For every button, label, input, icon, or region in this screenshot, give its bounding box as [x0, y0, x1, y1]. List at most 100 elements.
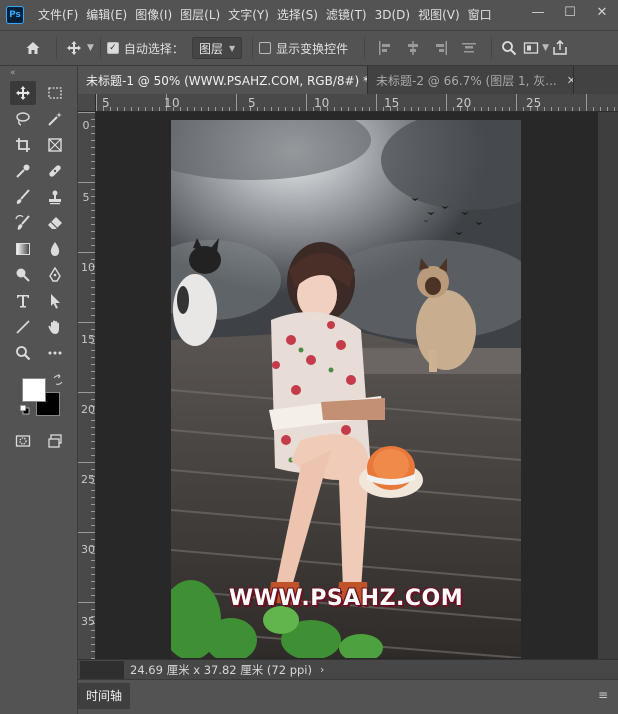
foreground-color-swatch[interactable] — [22, 378, 46, 402]
pen-icon[interactable] — [42, 263, 68, 287]
line-shape-icon[interactable] — [10, 315, 36, 339]
ruler-label: 10 — [314, 96, 330, 110]
ruler-label: 1 — [164, 96, 172, 110]
ruler-label: 35 — [81, 615, 95, 628]
vertical-ruler[interactable]: 0 5 10 15 20 25 30 35 — [78, 112, 96, 659]
auto-select-target-dropdown[interactable]: 图层 ▼ — [191, 37, 243, 59]
dodge-icon[interactable] — [10, 263, 36, 287]
ruler-label: 20 — [456, 96, 472, 110]
document-size-info: 24.69 厘米 x 37.82 厘米 (72 ppi) — [130, 662, 312, 677]
tools-panel: « — [0, 66, 78, 714]
crop-icon[interactable] — [10, 133, 36, 157]
photoshop-logo-icon: Ps — [6, 6, 24, 24]
window-controls: — ☐ ✕ — [522, 0, 618, 24]
composite-photo — [171, 120, 521, 658]
show-transform-label: 显示变换控件 — [276, 41, 349, 56]
show-transform-checkbox[interactable] — [259, 42, 272, 54]
ruler-label: 30 — [81, 543, 95, 556]
share-icon[interactable] — [549, 37, 571, 59]
close-button[interactable]: ✕ — [586, 0, 618, 24]
tab-timeline[interactable]: 时间轴 — [78, 683, 131, 709]
move-tool-preset-icon[interactable] — [63, 37, 85, 59]
hand-icon[interactable] — [42, 315, 68, 339]
ruler-label: 15 — [81, 333, 95, 346]
status-bar: 24.69 厘米 x 37.82 厘米 (72 ppi) › — [78, 659, 618, 679]
document-image[interactable]: WWW.PSAHZ.COM — [171, 120, 521, 658]
history-brush-icon[interactable] — [10, 211, 36, 235]
ruler-label: 10 — [81, 261, 95, 274]
menu-window[interactable]: 窗口 — [464, 0, 496, 30]
quick-mask-icon[interactable] — [10, 429, 36, 453]
ruler-origin[interactable] — [78, 94, 96, 112]
align-left-icon[interactable] — [377, 40, 393, 56]
ruler-label: 15 — [384, 96, 400, 110]
ruler-label: 25 — [526, 96, 542, 110]
status-menu-arrow-icon[interactable]: › — [320, 663, 324, 676]
menu-3d[interactable]: 3D(D) — [371, 0, 414, 30]
tab-document-2[interactable]: 未标题-2 @ 66.7% (图层 1, 灰... ✕ — [368, 66, 574, 94]
auto-select-label: 自动选择： — [123, 41, 184, 56]
blur-drop-icon[interactable] — [42, 237, 68, 261]
default-colors-icon[interactable] — [20, 404, 30, 415]
menu-select[interactable]: 选择(S) — [273, 0, 322, 30]
home-icon[interactable] — [22, 37, 44, 59]
workspace-icon[interactable] — [520, 37, 542, 59]
menu-image[interactable]: 图像(I) — [131, 0, 176, 30]
eyedropper-icon[interactable] — [10, 159, 36, 183]
lasso-icon[interactable] — [10, 107, 36, 131]
tab-label: 未标题-2 @ 66.7% (图层 1, 灰... — [376, 73, 557, 88]
type-icon[interactable] — [10, 289, 36, 313]
panel-menu-icon[interactable]: ≡ — [598, 688, 610, 702]
move-tool-icon[interactable] — [10, 81, 36, 105]
healing-brush-icon[interactable] — [42, 159, 68, 183]
chevron-down-icon[interactable]: ▼ — [542, 43, 549, 53]
menu-view[interactable]: 视图(V) — [414, 0, 464, 30]
zoom-icon[interactable] — [10, 341, 36, 365]
eraser-icon[interactable] — [42, 211, 68, 235]
screen-mode-icon[interactable] — [42, 429, 68, 453]
chevron-down-icon[interactable]: ▼ — [87, 43, 94, 53]
close-icon[interactable]: ✕ — [567, 74, 573, 87]
menu-file[interactable]: 文件(F) — [34, 0, 82, 30]
swap-colors-icon[interactable] — [52, 374, 64, 386]
ruler-label: 5 — [248, 96, 256, 110]
frame-icon[interactable] — [42, 133, 68, 157]
ruler-label: 0 — [82, 119, 90, 132]
zoom-level-field[interactable] — [80, 660, 124, 679]
options-bar: ▼ ✓ 自动选择： 图层 ▼ 显示变换控件 ▼ — [0, 30, 618, 66]
menu-edit[interactable]: 编辑(E) — [82, 0, 131, 30]
options-divider — [252, 37, 254, 59]
horizontal-ruler[interactable]: 5 1 0 5 10 15 20 25 — [96, 94, 618, 112]
more-tools-icon[interactable] — [42, 341, 68, 365]
tab-document-1[interactable]: 未标题-1 @ 50% (WWW.PSAHZ.COM, RGB/8#) * ✕ — [78, 66, 368, 94]
ruler-label: 25 — [81, 473, 95, 486]
options-divider — [491, 37, 493, 59]
chevron-down-icon: ▼ — [228, 43, 236, 53]
options-divider — [99, 37, 101, 59]
maximize-button[interactable]: ☐ — [554, 0, 586, 24]
magic-wand-icon[interactable] — [42, 107, 68, 131]
align-top-icon[interactable] — [461, 40, 477, 56]
align-right-icon[interactable] — [433, 40, 449, 56]
menu-filter[interactable]: 滤镜(T) — [322, 0, 371, 30]
options-divider — [364, 37, 366, 59]
canvas-area[interactable]: WWW.PSAHZ.COM — [96, 112, 598, 659]
search-icon[interactable] — [498, 37, 520, 59]
path-selection-icon[interactable] — [42, 289, 68, 313]
brush-icon[interactable] — [10, 185, 36, 209]
color-swatches — [0, 372, 77, 424]
tab-label: 未标题-1 @ 50% (WWW.PSAHZ.COM, RGB/8#) * — [86, 73, 368, 88]
menu-layer[interactable]: 图层(L) — [176, 0, 224, 30]
document-tab-bar: 未标题-1 @ 50% (WWW.PSAHZ.COM, RGB/8#) * ✕ … — [78, 66, 618, 94]
toolbar-collapse-icon[interactable]: « — [0, 66, 77, 80]
menu-type[interactable]: 文字(Y) — [224, 0, 273, 30]
align-horizontal-center-icon[interactable] — [405, 40, 421, 56]
ruler-label: 20 — [81, 403, 95, 416]
rectangular-marquee-icon[interactable] — [42, 81, 68, 105]
gradient-icon[interactable] — [10, 237, 36, 261]
auto-select-checkbox[interactable]: ✓ — [106, 42, 119, 54]
minimize-button[interactable]: — — [522, 0, 554, 24]
ruler-label: 5 — [82, 191, 90, 204]
clone-stamp-icon[interactable] — [42, 185, 68, 209]
vertical-scrollbar[interactable] — [598, 112, 618, 659]
